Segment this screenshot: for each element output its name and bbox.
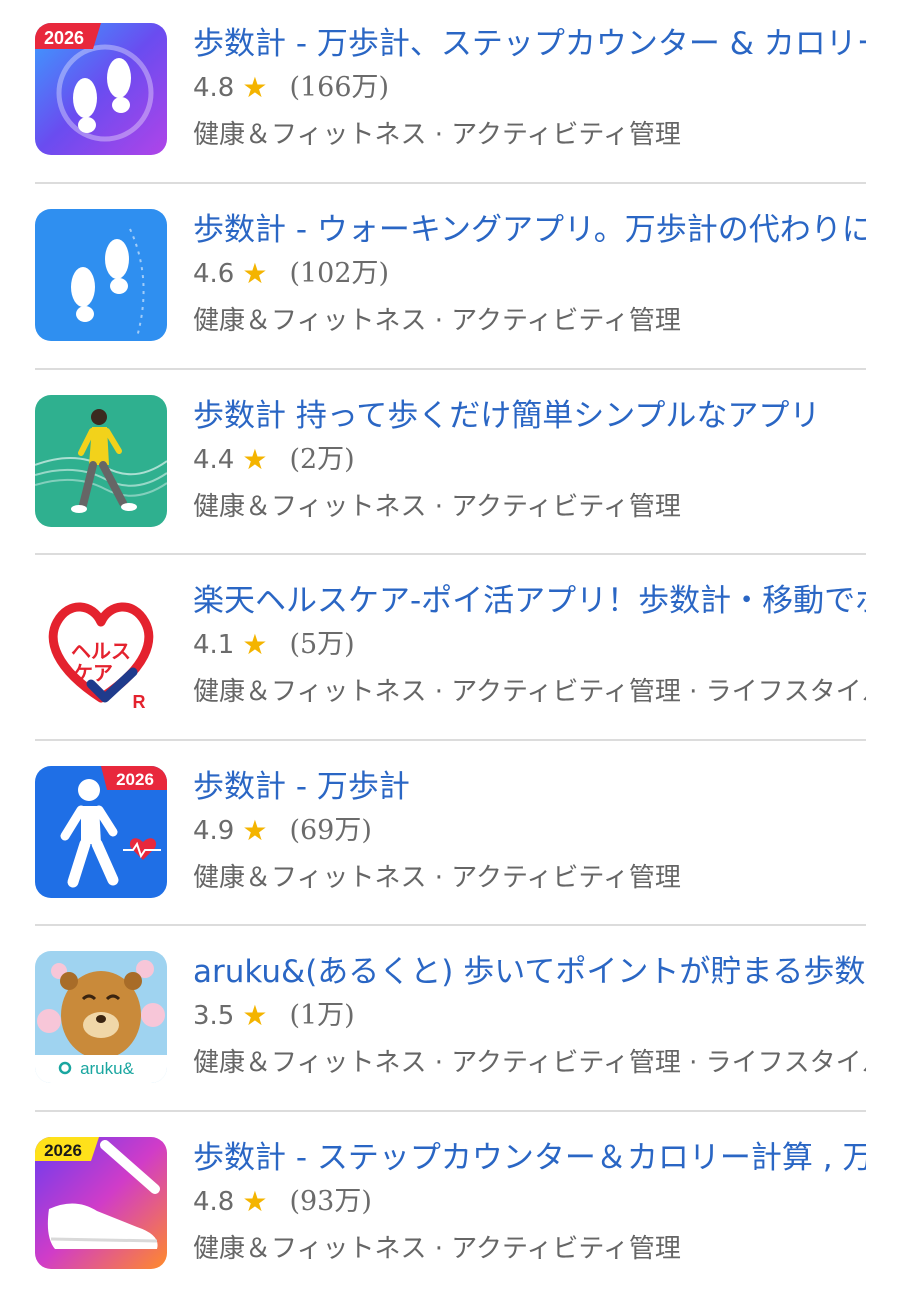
badge-text: 2026 (44, 28, 84, 48)
divider (35, 739, 866, 741)
star-icon: ★ (242, 628, 268, 661)
star-icon: ★ (242, 257, 268, 290)
review-count: (1万) (289, 1000, 355, 1031)
divider (35, 368, 866, 370)
list-item[interactable]: 2026 歩数計 - ステップカウンター＆カロリー計算 , 万歩 4.8 ★ (93… (35, 1114, 866, 1300)
star-icon: ★ (242, 999, 268, 1032)
review-count: (102万) (289, 258, 390, 289)
app-categories: 健康＆フィットネス · アクティビティ管理 (193, 1234, 681, 1264)
rating-value: 4.9 (193, 816, 235, 846)
rating: 4.9 ★ (69万) (193, 811, 372, 851)
app-title[interactable]: aruku&(あるくと) 歩いてポイントが貯まる歩数計 (193, 950, 866, 994)
rating: 4.8 ★ (166万) (193, 68, 389, 108)
rating-value: 4.6 (193, 259, 235, 289)
app-categories: 健康＆フィットネス · アクティビティ管理 (193, 492, 681, 522)
rating: 4.1 ★ (5万) (193, 625, 355, 665)
app-title[interactable]: 歩数計 - 万歩計 (193, 765, 866, 809)
divider (35, 182, 866, 184)
logo-text: ヘルス (71, 639, 131, 663)
star-icon: ★ (242, 1185, 268, 1218)
star-icon: ★ (242, 814, 268, 847)
app-title[interactable]: 楽天ヘルスケア-ポイ活アプリ！歩数計・移動でポイ (193, 579, 866, 623)
list-item[interactable]: 歩数計 持って歩くだけ簡単シンプルなアプリ 4.4 ★ (2万) 健康＆フィットネス… (35, 372, 866, 558)
app-categories: 健康＆フィットネス · アクティビティ管理 · ライフスタイル (193, 677, 866, 707)
app-categories: 健康＆フィットネス · アクティビティ管理 · ライフスタイル (193, 1048, 866, 1078)
logo-mark: R (133, 692, 146, 712)
review-count: (2万) (289, 444, 355, 475)
rating-value: 4.4 (193, 445, 235, 475)
walking-woman-app-icon[interactable] (35, 395, 167, 527)
divider (35, 924, 866, 926)
healthcare-heart-app-icon[interactable]: ヘルス ケア R (35, 580, 167, 712)
rating-value: 4.1 (193, 630, 235, 660)
rating: 4.4 ★ (2万) (193, 440, 355, 480)
divider (35, 553, 866, 555)
app-categories: 健康＆フィットネス · アクティビティ管理 (193, 306, 681, 336)
logo-text: aruku& (80, 1059, 135, 1078)
app-title[interactable]: 歩数計 持って歩くだけ簡単シンプルなアプリ (193, 394, 866, 438)
list-item[interactable]: 2026 歩数計 - 万歩計 4.9 ★ (69万) 健康＆フィットネス · アクテ… (35, 743, 866, 929)
app-categories: 健康＆フィットネス · アクティビティ管理 (193, 863, 681, 893)
star-icon: ★ (242, 443, 268, 476)
app-categories: 健康＆フィットネス · アクティビティ管理 (193, 120, 681, 150)
review-count: (93万) (289, 1186, 372, 1217)
review-count: (166万) (289, 72, 390, 103)
divider (35, 1110, 866, 1112)
rating-value: 3.5 (193, 1001, 235, 1031)
list-item[interactable]: 2026 歩数計 - 万歩計、ステップカウンター & カロリー計 4.8 ★ (16… (35, 0, 866, 186)
sneaker-app-icon[interactable]: 2026 (35, 1137, 167, 1269)
footprints-app-icon[interactable] (35, 209, 167, 341)
rating-value: 4.8 (193, 1187, 235, 1217)
badge-text: 2026 (44, 1141, 82, 1160)
rating-value: 4.8 (193, 73, 235, 103)
list-item[interactable]: ヘルス ケア R 楽天ヘルスケア-ポイ活アプリ！歩数計・移動でポイ 4.1 ★ (5… (35, 557, 866, 743)
review-count: (5万) (289, 629, 355, 660)
rating: 4.6 ★ (102万) (193, 254, 389, 294)
list-item[interactable]: aruku& aruku&(あるくと) 歩いてポイントが貯まる歩数計 3.5 ★ (… (35, 928, 866, 1114)
review-count: (69万) (289, 815, 372, 846)
rating: 3.5 ★ (1万) (193, 996, 355, 1036)
walking-man-app-icon[interactable]: 2026 (35, 766, 167, 898)
app-title[interactable]: 歩数計 - 万歩計、ステップカウンター & カロリー計 (193, 22, 866, 66)
star-icon: ★ (242, 71, 268, 104)
app-title[interactable]: 歩数計 - ステップカウンター＆カロリー計算 , 万歩 (193, 1136, 866, 1180)
footprints-app-icon[interactable]: 2026 (35, 23, 167, 155)
list-item[interactable]: 歩数計 - ウォーキングアプリ。万歩計の代わりに使 4.6 ★ (102万) 健康＆… (35, 186, 866, 372)
app-title[interactable]: 歩数計 - ウォーキングアプリ。万歩計の代わりに使 (193, 208, 866, 252)
aruku-mascot-app-icon[interactable]: aruku& (35, 951, 167, 1083)
badge-text: 2026 (116, 770, 154, 789)
rating: 4.8 ★ (93万) (193, 1182, 372, 1222)
